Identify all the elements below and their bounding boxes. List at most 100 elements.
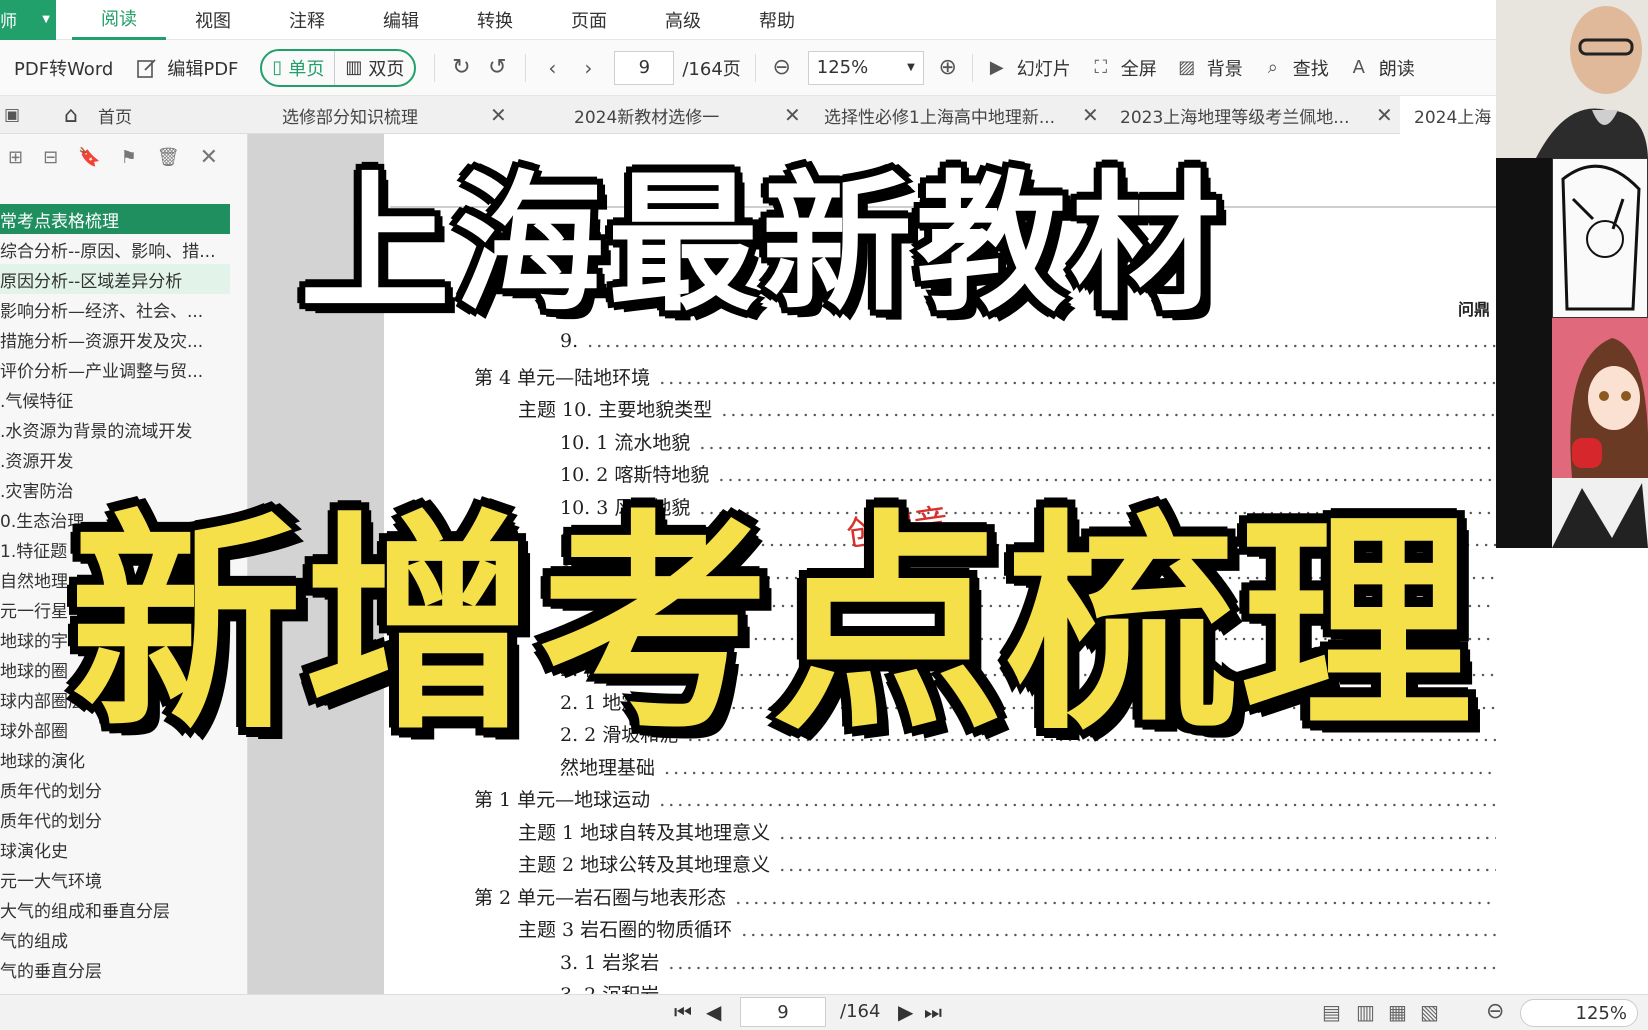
search-icon: ⌕ — [1267, 57, 1278, 78]
bookmark-remove-icon[interactable]: ⚑ — [121, 147, 137, 168]
sidebar-outline-item[interactable]: 气的垂直分层 — [0, 954, 230, 984]
chevron-down-icon: ▼ — [907, 62, 915, 73]
manga-image — [1552, 158, 1648, 318]
zoom-in-icon[interactable]: ⊕ — [936, 55, 960, 80]
toc-entry[interactable]: 9. .....................................… — [560, 330, 1500, 352]
menu-read[interactable]: 阅读 — [72, 0, 166, 40]
collapse-icon[interactable]: ⊟ — [43, 147, 58, 168]
toc-entry[interactable]: 主题 10. 主要地貌类型 ..........................… — [518, 395, 1500, 422]
close-icon[interactable]: ✕ — [784, 103, 801, 127]
delete-icon[interactable]: 🗑 — [157, 147, 180, 168]
tab-document-1[interactable]: 选修部分知识梳理 ✕ — [262, 96, 514, 134]
first-page-icon[interactable]: ⏮ — [674, 1000, 692, 1024]
tab-home[interactable]: ⌂ 首页 — [60, 96, 240, 134]
zoom-select[interactable]: 125% ▼ — [807, 50, 924, 85]
double-page-button[interactable]: ▥ 双页 — [334, 50, 414, 85]
tab-document-5[interactable]: 2024上海 — [1400, 96, 1496, 134]
toc-entry[interactable]: 10. 1 流水地貌 .............................… — [560, 428, 1500, 455]
sidebar-outline-item[interactable]: .气候特征 — [0, 384, 230, 414]
read-aloud-button[interactable]: A 朗读 — [1347, 48, 1415, 88]
close-icon[interactable]: ✕ — [1082, 103, 1099, 127]
fullscreen-icon: ⛶ — [1094, 57, 1108, 78]
single-page-icon: ▯ — [272, 57, 283, 78]
close-icon[interactable]: ✕ — [490, 103, 507, 127]
close-icon[interactable]: ✕ — [1376, 103, 1393, 127]
next-page-icon[interactable]: ▶ — [898, 1000, 913, 1024]
sidebar-outline-item[interactable]: 措施分析—资源开发及灾... — [0, 324, 230, 354]
fullscreen-button[interactable]: ⛶ 全屏 — [1089, 48, 1156, 88]
next-page-icon[interactable]: › — [576, 56, 600, 80]
previous-page-icon[interactable]: ‹ — [540, 56, 564, 80]
page-number-input[interactable]: 9 — [614, 50, 675, 85]
toc-leader-dots: ........................................… — [779, 854, 1500, 876]
single-page-view-icon[interactable]: ▤ — [1322, 1000, 1341, 1024]
tab-document-2[interactable]: 2024新教材选修一 ✕ — [556, 96, 808, 134]
toc-entry[interactable]: 第 1 单元—地球运动 ............................… — [474, 785, 1500, 812]
chevron-down-icon: ▼ — [42, 14, 50, 25]
toc-entry[interactable]: 3. 1 岩浆岩 ...............................… — [560, 948, 1500, 975]
toc-entry[interactable]: 主题 2 地球公转及其地理意义 ........................… — [518, 850, 1500, 877]
last-page-icon[interactable]: ⏭ — [924, 1000, 942, 1024]
tab-document-4[interactable]: 2023上海地理等级考兰佩地... ✕ — [1106, 96, 1396, 134]
menu-view[interactable]: 视图 — [166, 0, 260, 40]
read-aloud-icon: A — [1352, 57, 1365, 78]
save-icon[interactable]: ▣ — [0, 103, 24, 127]
sidebar-outline-item[interactable]: 原因分析--区域差异分析 — [0, 264, 230, 294]
toc-entry[interactable]: 主题 3 岩石圈的物质循环 ..........................… — [518, 915, 1500, 942]
sidebar-outline-item[interactable]: 球演化史 — [0, 834, 230, 864]
zoom-value: 125% — [816, 57, 869, 78]
sidebar-outline-item[interactable]: 质年代的划分 — [0, 804, 230, 834]
toc-entry-title: 主题 1 地球自转及其地理意义 — [518, 821, 771, 844]
toc-entry[interactable]: 10. 2 喀斯特地貌 ............................… — [560, 460, 1500, 487]
menu-annotate[interactable]: 注释 — [260, 0, 354, 40]
zoom-out-icon[interactable]: ⊖ — [1486, 999, 1504, 1024]
single-page-button[interactable]: ▯ 单页 — [262, 51, 334, 85]
toc-entry-title: 主题 10. 主要地貌类型 — [518, 399, 713, 421]
previous-page-icon[interactable]: ◀ — [706, 1000, 721, 1024]
pdf-to-word-button[interactable]: PDF转Word — [14, 48, 113, 88]
book-view-icon[interactable]: ▧ — [1420, 1000, 1439, 1024]
sidebar-outline-item[interactable]: .水资源为背景的流域开发 — [0, 414, 230, 444]
read-aloud-label: 朗读 — [1378, 58, 1415, 80]
toc-leader-dots: ........................................… — [659, 366, 1500, 389]
status-zoom-slider[interactable]: 125% — [1520, 999, 1638, 1027]
toc-entry-title: 第 1 单元—地球运动 — [474, 789, 651, 811]
find-button[interactable]: ⌕ 查找 — [1261, 48, 1329, 88]
toc-entry[interactable]: 第 2 单元—岩石圈与地表形态 ........................… — [474, 883, 1500, 910]
rotate-clockwise-icon[interactable]: ↻ — [449, 55, 473, 80]
account-menu[interactable]: 师 ▼ — [0, 0, 56, 40]
toc-entry[interactable]: 第 4 单元—陆地环境 ............................… — [474, 363, 1500, 390]
account-label: 师 — [0, 12, 17, 32]
zoom-out-icon[interactable]: ⊖ — [770, 55, 794, 80]
menu-advanced[interactable]: 高级 — [636, 0, 730, 40]
edit-pdf-button[interactable]: 编辑PDF — [135, 48, 238, 88]
menu-convert[interactable]: 转换 — [448, 0, 542, 40]
sidebar-outline-item[interactable]: 大气的组成和垂直分层 — [0, 894, 230, 924]
continuous-view-icon[interactable]: ▦ — [1388, 1000, 1407, 1024]
app-window: 师 ▼ 阅读 视图 注释 编辑 转换 页面 高级 帮助 PDF转Word 编辑P… — [0, 0, 1648, 1030]
sidebar-outline-item[interactable]: 常考点表格梳理 — [0, 204, 230, 234]
sidebar-outline-item[interactable]: 质年代的划分 — [0, 774, 230, 804]
background-button[interactable]: ▨ 背景 — [1175, 48, 1243, 88]
menu-edit[interactable]: 编辑 — [354, 0, 448, 40]
sidebar-outline-item[interactable]: 评价分析—产业调整与贸... — [0, 354, 230, 384]
expand-icon[interactable]: ⊞ — [8, 147, 23, 168]
toc-entry[interactable]: 主题 1 地球自转及其地理意义 ........................… — [518, 818, 1500, 845]
tab-label: 2024新教材选修一 — [574, 107, 720, 128]
bookmark-add-icon[interactable]: 🔖 — [78, 147, 100, 168]
sidebar-outline-item[interactable]: .资源开发 — [0, 444, 230, 474]
double-page-view-icon[interactable]: ▥ — [1356, 1000, 1375, 1024]
menu-help[interactable]: 帮助 — [730, 0, 824, 40]
menu-page[interactable]: 页面 — [542, 0, 636, 40]
status-page-input[interactable]: 9 — [740, 997, 826, 1027]
rotate-counterclockwise-icon[interactable]: ↺ — [485, 55, 509, 80]
tab-document-3[interactable]: 选择性必修1上海高中地理新... ✕ — [808, 96, 1099, 134]
close-icon[interactable]: ✕ — [200, 145, 218, 170]
sidebar-outline-item[interactable]: 元一大气环境 — [0, 864, 230, 894]
divider — [434, 53, 436, 82]
sidebar-outline-item[interactable]: 影响分析—经济、社会、... — [0, 294, 230, 324]
sidebar-outline-item[interactable]: 气的组成 — [0, 924, 230, 954]
sidebar-tools: ⊞ ⊟ 🔖 ⚑ 🗑 ✕ — [0, 134, 247, 180]
slideshow-button[interactable]: ▶ 幻灯片 — [985, 48, 1071, 88]
sidebar-outline-item[interactable]: 综合分析--原因、影响、措... — [0, 234, 230, 264]
